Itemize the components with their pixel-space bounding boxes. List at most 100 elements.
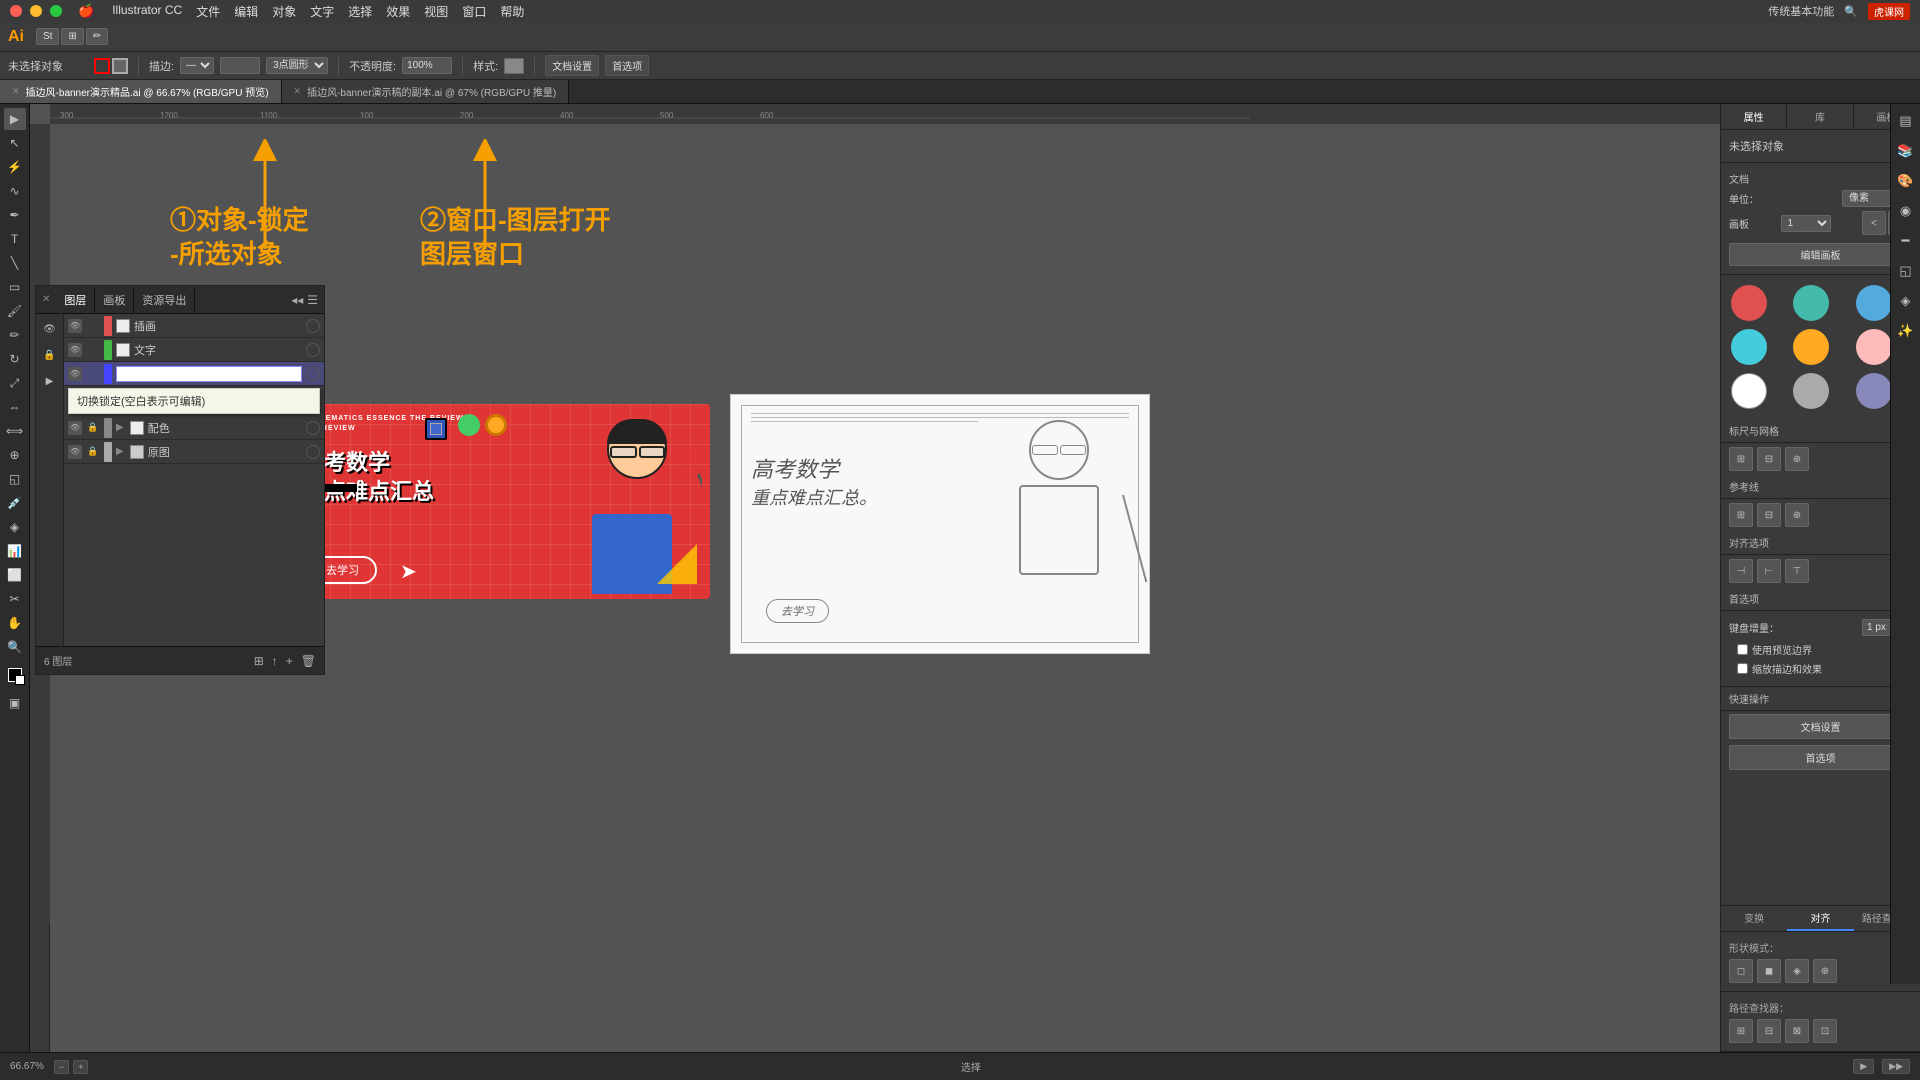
color-swatch-8[interactable] — [1793, 373, 1829, 409]
libraries-panel-icon[interactable]: 📚 — [1893, 138, 1919, 164]
layer-eye-text[interactable]: 👁 — [68, 343, 82, 357]
hand-tool[interactable]: ✋ — [4, 612, 26, 634]
blend-tool[interactable]: ◈ — [4, 516, 26, 538]
tab-2-close[interactable]: ✕ — [294, 86, 302, 97]
guide-icon-3[interactable]: ⊕ — [1785, 503, 1809, 527]
layers-lock-tool[interactable]: 🔒 — [39, 344, 61, 366]
color-swatch-2[interactable] — [1793, 285, 1829, 321]
scale-tool[interactable]: ⤢ — [4, 372, 26, 394]
asset-export-tab[interactable]: 资源导出 — [134, 288, 195, 312]
slice-tool[interactable]: ✂ — [4, 588, 26, 610]
line-tool[interactable]: ╲ — [4, 252, 26, 274]
search-icon[interactable]: 🔍 — [1844, 5, 1858, 18]
selection-tool[interactable]: ▶ — [4, 108, 26, 130]
new-layer-from-selection-btn[interactable]: ⊞ — [254, 654, 264, 668]
stroke-select[interactable]: — — [180, 57, 214, 74]
menu-text[interactable]: 文字 — [310, 3, 334, 20]
tab-1[interactable]: ✕ 插边风-banner演示精品.ai @ 66.67% (RGB/GPU 预览… — [0, 80, 282, 103]
expand-palette-icon[interactable]: ▶ — [116, 422, 124, 433]
direct-select-tool[interactable]: ↖ — [4, 132, 26, 154]
new-layer-btn[interactable]: + — [286, 654, 293, 668]
layer-eye-active[interactable]: 👁 — [68, 367, 82, 381]
eyedropper-tool[interactable]: 💉 — [4, 492, 26, 514]
menu-object[interactable]: 对象 — [272, 3, 296, 20]
swatches-panel-icon[interactable]: ◉ — [1893, 198, 1919, 224]
merge-btn[interactable]: ⊠ — [1785, 1019, 1809, 1043]
pen-tool[interactable]: ✒ — [4, 204, 26, 226]
menu-select[interactable]: 选择 — [348, 3, 372, 20]
color-swatch-7[interactable] — [1731, 373, 1767, 409]
mac-minimize-btn[interactable] — [30, 5, 42, 17]
layers-eye-tool[interactable]: 👁 — [39, 318, 61, 340]
layer-vis-text[interactable] — [306, 343, 320, 357]
edit-board-btn[interactable]: 编辑画板 — [1729, 243, 1912, 266]
align-left-icon[interactable]: ⊣ — [1729, 559, 1753, 583]
snap-point-icon[interactable]: ⊕ — [1785, 447, 1809, 471]
pencil-tool[interactable]: ✏ — [4, 324, 26, 346]
menu-window[interactable]: 窗口 — [462, 3, 486, 20]
change-screen-mode[interactable]: ▣ — [4, 692, 26, 714]
tab-1-close[interactable]: ✕ — [12, 86, 20, 97]
divide-btn[interactable]: ⊞ — [1729, 1019, 1753, 1043]
layer-lock-original[interactable]: 🔒 — [86, 445, 100, 459]
prev-board-btn[interactable]: < — [1862, 211, 1886, 235]
width-tool[interactable]: ⟺ — [4, 420, 26, 442]
gradient-tool[interactable]: ◱ — [4, 468, 26, 490]
align-right-icon[interactable]: ⊤ — [1785, 559, 1809, 583]
mac-maximize-btn[interactable] — [50, 5, 62, 17]
grid-icon[interactable]: ⊞ — [1729, 447, 1753, 471]
layer-lock-illustration[interactable] — [86, 319, 100, 333]
menu-edit[interactable]: 编辑 — [234, 3, 258, 20]
fill-stroke-indicator[interactable] — [4, 664, 26, 686]
menu-illustrator[interactable]: Illustrator CC — [112, 3, 182, 20]
layer-vis-illustration[interactable] — [306, 319, 320, 333]
paint-brush-tool[interactable]: 🖌 — [4, 300, 26, 322]
play-btn[interactable]: ▶ — [1853, 1059, 1874, 1074]
scale-strokes-checkbox[interactable] — [1737, 663, 1748, 674]
layer-lock-text[interactable] — [86, 343, 100, 357]
color-swatch-9[interactable] — [1856, 373, 1892, 409]
layer-name-illustration[interactable]: 插画 — [134, 318, 302, 334]
layer-eye-original[interactable]: 👁 — [68, 445, 82, 459]
tab-2[interactable]: ✕ 插边风-banner演示稿的副本.ai @ 67% (RGB/GPU 推量) — [282, 80, 570, 103]
opacity-input[interactable] — [402, 57, 452, 74]
graph-tool[interactable]: 📊 — [4, 540, 26, 562]
zoom-in-btn[interactable]: + — [73, 1060, 88, 1074]
zoom-out-btn[interactable]: − — [54, 1060, 69, 1074]
layer-lock-active[interactable] — [86, 367, 100, 381]
exclude-btn[interactable]: ⊕ — [1813, 959, 1837, 983]
intersect-btn[interactable]: ◈ — [1785, 959, 1809, 983]
layer-name-palette[interactable]: 配色 — [148, 420, 302, 436]
menu-view[interactable]: 视图 — [424, 3, 448, 20]
mirror-tool[interactable]: ⇔ — [4, 396, 26, 418]
layer-lock-palette[interactable]: 🔒 — [86, 421, 100, 435]
libraries-tab[interactable]: 库 — [1787, 104, 1853, 129]
menu-effect[interactable]: 效果 — [386, 3, 410, 20]
preview-bounds-checkbox[interactable] — [1737, 644, 1748, 655]
color-swatch-4[interactable] — [1731, 329, 1767, 365]
color-swatch-6[interactable] — [1856, 329, 1892, 365]
layer-eye-illustration[interactable]: 👁 — [68, 319, 82, 333]
properties-panel-icon[interactable]: ▤ — [1893, 108, 1919, 134]
crop-btn[interactable]: ⊡ — [1813, 1019, 1837, 1043]
layers-collapse-btn[interactable]: ◂◂ — [291, 293, 303, 307]
align-center-icon[interactable]: ⊢ — [1757, 559, 1781, 583]
color-swatch-3[interactable] — [1856, 285, 1892, 321]
menu-help[interactable]: 帮助 — [500, 3, 524, 20]
magic-wand-tool[interactable]: ⚡ — [4, 156, 26, 178]
artboard-tool[interactable]: ⬜ — [4, 564, 26, 586]
layer-name-text[interactable]: 文字 — [134, 342, 302, 358]
properties-tab[interactable]: 属性 — [1721, 104, 1787, 129]
lasso-tool[interactable]: ∿ — [4, 180, 26, 202]
type-tool[interactable]: T — [4, 228, 26, 250]
delete-layer-btn[interactable]: 🗑 — [301, 654, 316, 668]
guide-icon-2[interactable]: ⊟ — [1757, 503, 1781, 527]
snap-icon[interactable]: ⊟ — [1757, 447, 1781, 471]
doc-settings-btn[interactable]: 文档设置 — [545, 55, 599, 76]
expand-original-icon[interactable]: ▶ — [116, 446, 124, 457]
layer-vis-palette[interactable] — [306, 421, 320, 435]
layer-name-input[interactable] — [116, 366, 302, 382]
layers-select-tool[interactable]: ▶ — [39, 370, 61, 392]
move-to-new-layer-btn[interactable]: ↑ — [272, 654, 278, 668]
gradient-panel-icon[interactable]: ◱ — [1893, 258, 1919, 284]
